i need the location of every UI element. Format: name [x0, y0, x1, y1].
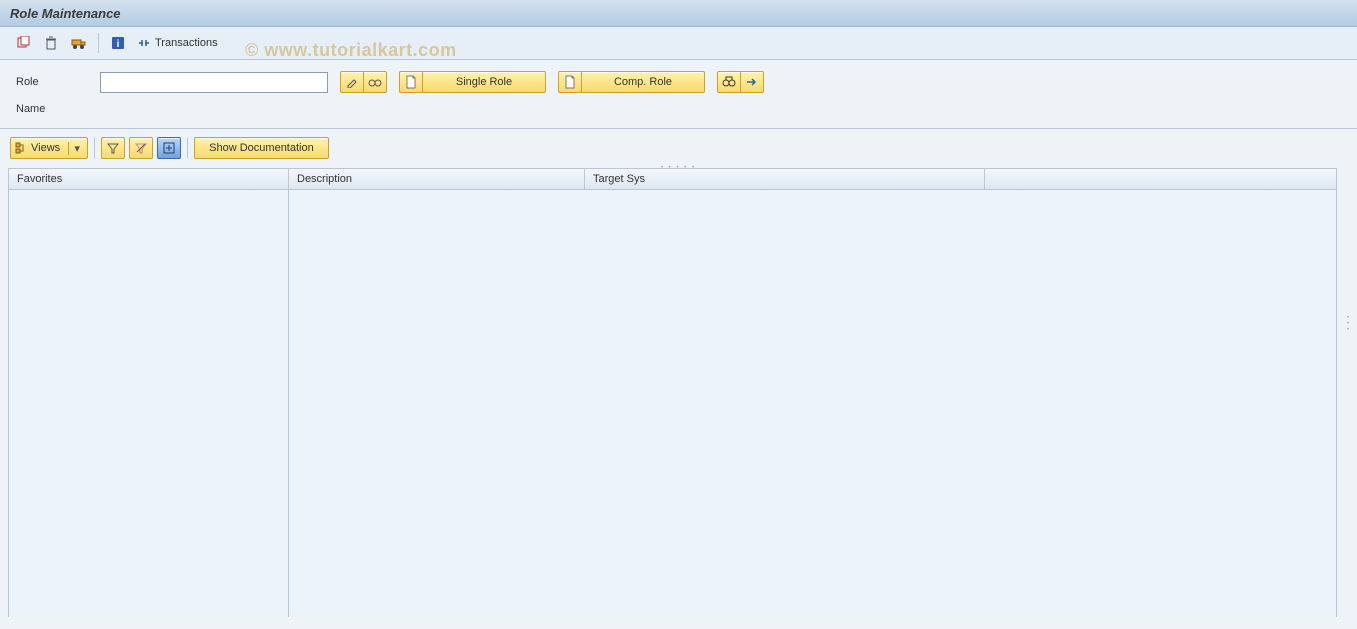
- binoculars-icon: [722, 75, 736, 89]
- views-dropdown[interactable]: Views ▾: [10, 137, 88, 159]
- page-title: Role Maintenance: [10, 6, 121, 21]
- role-row: Role Single Role: [16, 70, 1347, 94]
- single-role-group: Single Role: [399, 71, 546, 93]
- expand-collapse-icon: [163, 142, 175, 154]
- filter-delete-button[interactable]: [129, 137, 153, 159]
- column-header-favorites[interactable]: Favorites: [9, 169, 289, 189]
- transactions-button[interactable]: Transactions: [137, 37, 218, 49]
- delete-icon[interactable]: [40, 33, 62, 53]
- comp-role-group: Comp. Role: [558, 71, 705, 93]
- transport-icon[interactable]: [68, 33, 90, 53]
- single-role-label: Single Role: [429, 76, 539, 88]
- display-button[interactable]: [363, 71, 387, 93]
- favorites-grid: Favorites Description Target Sys: [8, 168, 1337, 617]
- comp-role-button[interactable]: Comp. Role: [581, 71, 705, 93]
- grid-pane-favorites[interactable]: [9, 190, 289, 617]
- column-header-description[interactable]: Description: [289, 169, 585, 189]
- arrow-right-icon: [745, 76, 759, 88]
- pencil-icon: [346, 76, 358, 88]
- filter-icon: [107, 142, 119, 154]
- grid-header-row: Favorites Description Target Sys: [9, 169, 1336, 190]
- toolbar-separator: [98, 33, 99, 53]
- grid-body: [9, 190, 1336, 617]
- glasses-icon: [368, 76, 382, 88]
- grid-toolbar: Views ▾ Show Documentation: [0, 129, 1357, 165]
- toolbar-separator: [187, 138, 188, 158]
- edit-view-group: [340, 71, 387, 93]
- svg-text:i: i: [117, 39, 120, 50]
- show-documentation-button[interactable]: Show Documentation: [194, 137, 329, 159]
- comp-role-label: Comp. Role: [588, 76, 698, 88]
- app-window: Role Maintenance i Transactions © www.tu…: [0, 0, 1357, 629]
- export-button[interactable]: [740, 71, 764, 93]
- column-header-spacer: [985, 169, 1336, 189]
- edit-button[interactable]: [340, 71, 364, 93]
- app-toolbar: i Transactions: [0, 27, 1357, 60]
- page-icon: [405, 75, 417, 89]
- single-role-button[interactable]: Single Role: [422, 71, 546, 93]
- tree-icon: [15, 142, 27, 154]
- chevron-down-icon: ▾: [68, 142, 81, 155]
- name-row: Name: [16, 100, 1347, 124]
- refresh-button[interactable]: [157, 137, 181, 159]
- chain-icon: [137, 37, 151, 49]
- transactions-label: Transactions: [155, 37, 218, 49]
- name-label: Name: [16, 103, 100, 121]
- title-bar: Role Maintenance: [0, 0, 1357, 27]
- form-area: Role Single Role: [0, 60, 1357, 129]
- create-single-role-icon-button[interactable]: [399, 71, 423, 93]
- create-comp-role-icon-button[interactable]: [558, 71, 582, 93]
- filter-clear-icon: [135, 142, 147, 154]
- info-icon[interactable]: i: [107, 33, 129, 53]
- role-label: Role: [16, 76, 100, 88]
- scroll-indicator: •••: [1347, 315, 1349, 333]
- views-label: Views: [31, 142, 60, 154]
- copy-icon[interactable]: [12, 33, 34, 53]
- grid-pane-content[interactable]: [289, 190, 1336, 617]
- page-icon: [564, 75, 576, 89]
- toolbar-separator: [94, 138, 95, 158]
- column-header-target[interactable]: Target Sys: [585, 169, 985, 189]
- role-input[interactable]: [100, 72, 328, 93]
- find-button[interactable]: [717, 71, 741, 93]
- filter-button[interactable]: [101, 137, 125, 159]
- show-documentation-label: Show Documentation: [209, 142, 314, 154]
- search-group: [717, 71, 764, 93]
